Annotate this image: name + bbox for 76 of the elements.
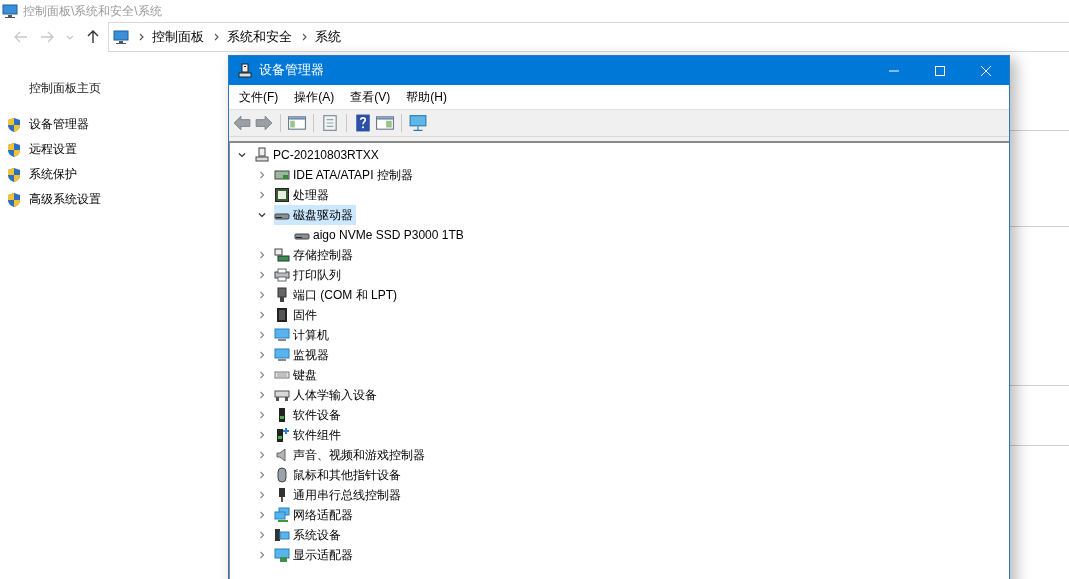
menu-item[interactable]: 查看(V)	[342, 88, 399, 106]
monitor-icon	[274, 347, 290, 363]
tree-item[interactable]: 键盘	[274, 365, 320, 385]
tree-item[interactable]: aigo NVMe SSD P3000 1TB	[294, 225, 467, 245]
tree-item[interactable]: 系统设备	[274, 525, 344, 545]
sidebar-link[interactable]: 设备管理器	[29, 116, 89, 133]
tree-item[interactable]: 软件组件	[274, 425, 344, 445]
monitor-icon	[274, 327, 290, 343]
tree-item[interactable]: 固件	[274, 305, 320, 325]
panel-icon[interactable]	[288, 114, 306, 132]
tree-item[interactable]: 存储控制器	[274, 245, 356, 265]
document-icon[interactable]	[321, 114, 339, 132]
sidebar-link[interactable]: 高级系统设置	[29, 191, 101, 208]
menu-item[interactable]: 帮助(H)	[398, 88, 455, 106]
tree-item[interactable]: 计算机	[274, 325, 332, 345]
menu-item[interactable]: 文件(F)	[231, 88, 287, 106]
menu-item[interactable]: 操作(A)	[286, 88, 343, 106]
breadcrumb-item[interactable]: 控制面板	[152, 28, 204, 46]
forward-arrow-icon[interactable]	[255, 114, 273, 132]
shield-icon	[6, 191, 22, 208]
window-title: 设备管理器	[259, 62, 324, 79]
tree-item[interactable]: 声音、视频和游戏控制器	[274, 445, 428, 465]
chevron-icon[interactable]	[258, 211, 266, 219]
tree-item[interactable]: 磁盘驱动器	[274, 205, 356, 225]
mouse-icon	[274, 467, 290, 483]
tree-item[interactable]: 处理器	[274, 185, 332, 205]
tree-item[interactable]: 端口 (COM 和 LPT)	[274, 285, 400, 305]
tree-item[interactable]: PC-20210803RTXX	[254, 145, 382, 165]
chip-icon	[274, 187, 290, 203]
shield-icon	[6, 141, 22, 158]
sidebar-link[interactable]: 远程设置	[29, 141, 77, 158]
breadcrumb-item[interactable]: 系统和安全	[227, 28, 292, 46]
back-arrow-icon[interactable]	[14, 30, 28, 44]
tree-item[interactable]: 监视器	[274, 345, 332, 365]
sidebar-link[interactable]: 控制面板主页	[29, 78, 101, 98]
sidebar-link[interactable]: 系统保护	[29, 166, 77, 183]
computer-icon	[113, 29, 129, 45]
forward-arrow-icon[interactable]	[40, 30, 54, 44]
printer-icon	[274, 267, 290, 283]
computer-tower-icon	[254, 147, 270, 163]
maximize-icon	[935, 65, 945, 76]
tree-item[interactable]: 网络适配器	[274, 505, 356, 525]
computer-icon	[2, 3, 18, 19]
shield-icon	[6, 116, 22, 133]
chevron-icon[interactable]	[238, 151, 246, 159]
chevron-icon	[302, 33, 307, 41]
port-plug-icon	[274, 287, 290, 303]
shield-icon	[6, 166, 22, 183]
address-bar[interactable]: 控制面板 系统和安全 系统	[108, 22, 1069, 52]
tree-item[interactable]: 鼠标和其他指针设备	[274, 465, 404, 485]
tree-item[interactable]: 软件设备	[274, 405, 344, 425]
circuit-card-icon	[274, 167, 290, 183]
tree-item[interactable]: 通用串行总线控制器	[274, 485, 404, 505]
computer-tower-icon	[237, 62, 253, 79]
panel-icon[interactable]	[376, 114, 394, 132]
tree-item[interactable]: 显示适配器	[274, 545, 356, 565]
input-device-icon	[274, 387, 290, 403]
close-icon	[981, 65, 991, 76]
device-tower-icon	[274, 427, 290, 443]
chevron-icon	[139, 33, 144, 41]
network-icon	[274, 507, 290, 523]
memory-chip-icon	[274, 307, 290, 323]
help-icon[interactable]	[354, 114, 372, 132]
tree-item[interactable]: 人体学输入设备	[274, 385, 380, 405]
system-device-icon	[274, 527, 290, 543]
controller-icon	[274, 247, 290, 263]
caret-icon[interactable]	[66, 34, 74, 40]
window-title: 控制面板\系统和安全\系统	[23, 2, 162, 20]
chevron-icon	[214, 33, 219, 41]
back-arrow-icon[interactable]	[233, 114, 251, 132]
breadcrumb-item[interactable]: 系统	[315, 28, 341, 46]
monitor-icon[interactable]	[409, 114, 427, 132]
tree-item[interactable]: 打印队列	[274, 265, 344, 285]
display-adapter-icon	[274, 547, 290, 563]
tree-item[interactable]: IDE ATA/ATAPI 控制器	[274, 165, 416, 185]
up-arrow-icon[interactable]	[86, 30, 100, 44]
